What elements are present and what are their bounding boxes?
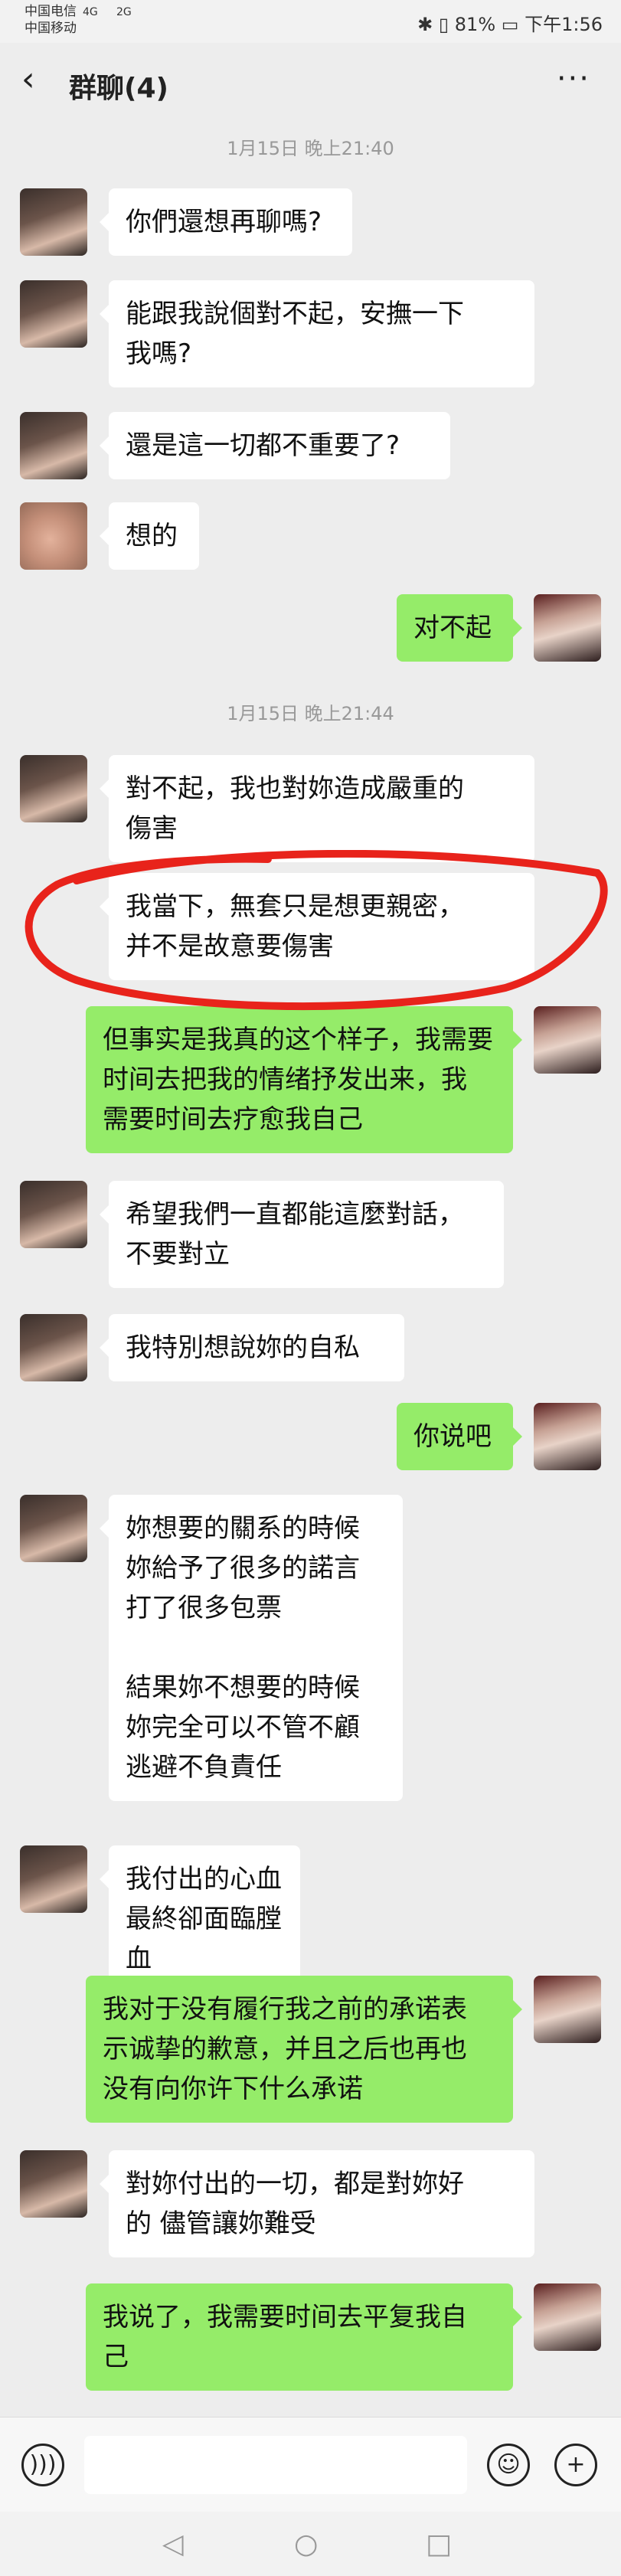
battery-icon: ▭	[501, 14, 519, 35]
emoji-icon[interactable]: ☺	[487, 2444, 530, 2486]
avatar[interactable]	[20, 755, 87, 822]
carrier-1: 中国电信	[25, 4, 77, 19]
message-bubble: 我特別想說妳的自私	[100, 1314, 404, 1381]
carrier-labels: 中国电信 中国移动	[25, 3, 77, 37]
timestamp: 1月15日 晚上21:40	[227, 138, 394, 159]
avatar[interactable]	[20, 1495, 87, 1562]
message-bubble: 我付出的心血 最終卻面臨膛血	[100, 1845, 300, 1992]
chat-title: 群聊(4)	[69, 73, 168, 104]
system-nav-bar: ◁ ○ □	[0, 2512, 621, 2576]
message-bubble: 你們還想再聊嗎?	[100, 188, 352, 256]
plus-icon[interactable]: +	[554, 2444, 597, 2486]
signal-2: 2G	[116, 6, 132, 18]
avatar[interactable]	[20, 1314, 87, 1381]
timestamp: 1月15日 晚上21:44	[227, 703, 394, 724]
message-bubble: 還是這一切都不重要了?	[100, 412, 450, 479]
nav-recent-icon[interactable]: □	[426, 2529, 452, 2560]
avatar[interactable]	[20, 1181, 87, 1248]
message-bubble: 對妳付出的一切，都是對妳好 的 儘管讓妳難受	[100, 2150, 534, 2257]
avatar[interactable]	[20, 502, 87, 570]
vibrate-icon: ▯	[438, 14, 449, 35]
avatar[interactable]	[20, 412, 87, 479]
voice-icon[interactable]: )))	[21, 2444, 64, 2486]
message-bubble: 妳想要的關系的時候 妳給予了很多的諾言 打了很多包票 結果妳不想要的時候 妳完全…	[100, 1495, 403, 1801]
red-circle-annotation	[25, 850, 608, 1011]
message-bubble: 我说了，我需要时间去平复我自 己	[86, 2283, 522, 2391]
avatar[interactable]	[534, 1403, 601, 1470]
chat-header: ‹ 群聊(4) ···	[0, 43, 621, 123]
message-bubble: 對不起，我也對妳造成嚴重的 傷害	[100, 755, 534, 862]
avatar[interactable]	[534, 1976, 601, 2043]
avatar[interactable]	[20, 280, 87, 348]
message-bubble: 你说吧	[397, 1403, 522, 1470]
status-right: ✱ ▯ 81% ▭ 下午1:56	[417, 9, 603, 36]
battery-percent: 81%	[454, 14, 496, 35]
status-bar: 中国电信 中国移动 4G 2G ✱ ▯ 81% ▭ 下午1:56	[0, 0, 621, 43]
avatar[interactable]	[20, 2150, 87, 2218]
nav-back-icon[interactable]: ◁	[162, 2529, 184, 2560]
message-bubble: 想的	[100, 502, 199, 570]
avatar[interactable]	[534, 2283, 601, 2351]
message-bubble: 能跟我說個對不起，安撫一下 我嗎?	[100, 280, 534, 387]
avatar[interactable]	[20, 1845, 87, 1913]
message-input[interactable]	[84, 2436, 467, 2494]
message-bubble: 我对于没有履行我之前的承诺表 示诚挚的歉意，并且之后也再也 没有向你许下什么承诺	[86, 1976, 522, 2123]
chevron-left-icon[interactable]: ‹	[21, 63, 35, 96]
avatar[interactable]	[20, 188, 87, 256]
message-bubble: 但事实是我真的这个样子，我需要 时间去把我的情绪抒发出来，我 需要时间去疗愈我自…	[86, 1006, 522, 1153]
message-bubble: 希望我們一直都能這麼對話， 不要對立	[100, 1181, 504, 1288]
clock: 下午1:56	[525, 14, 603, 35]
input-bar: ))) ☺ +	[0, 2417, 621, 2512]
carrier-2: 中国移动	[25, 21, 77, 36]
avatar[interactable]	[534, 594, 601, 662]
bluetooth-icon: ✱	[417, 14, 433, 35]
signal-1: 4G	[83, 6, 98, 18]
more-icon[interactable]: ···	[557, 61, 590, 96]
nav-home-icon[interactable]: ○	[294, 2529, 318, 2560]
message-bubble: 对不起	[397, 594, 522, 662]
